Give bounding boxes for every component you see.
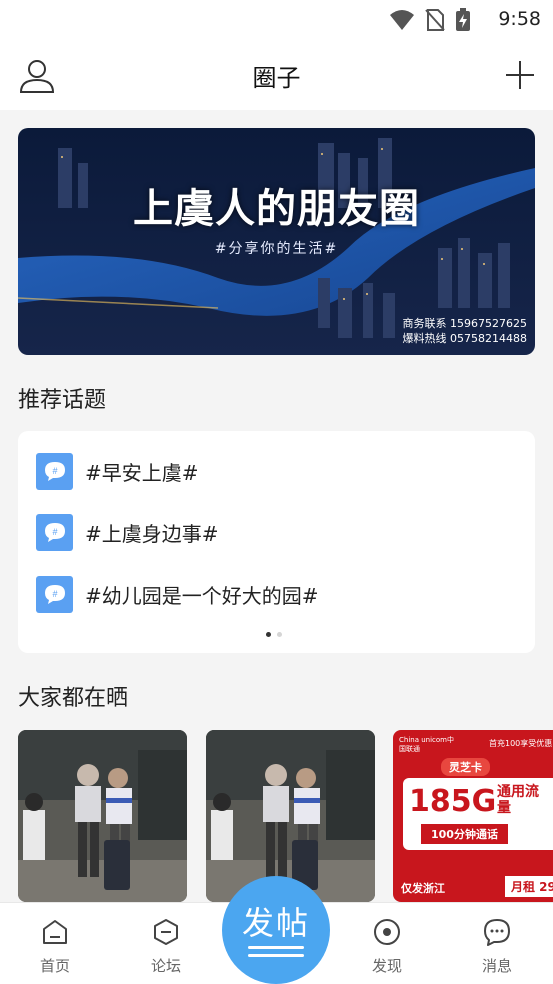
pager-dot [277,632,282,637]
banner-headline: 上虞人的朋友圈 [133,186,420,232]
banner-contact: 商务联系 15967527625 爆料热线 05758214488 [403,316,527,346]
banner-subtitle: #分享你的生活# [214,241,339,257]
banner-contact-business: 商务联系 15967527625 [402,317,527,330]
topics-card: # #早安上虞# # #上虞身边事# # #幼儿园是一个好大的园# [18,431,535,653]
status-bar: 9:58 [0,0,553,40]
tab-forum[interactable]: 论坛 [131,917,201,976]
svg-text:#: # [52,589,57,599]
showcase-photo[interactable] [18,730,187,902]
battery-charging-icon [456,8,470,31]
topic-label: #早安上虞# [85,460,199,485]
tab-home[interactable]: 首页 [20,917,90,976]
topics-pager-dots [266,632,282,637]
topic-label: #幼儿园是一个好大的园# [85,583,319,608]
message-icon [484,919,510,946]
post-button[interactable]: 发帖 [222,876,330,984]
people-photo-image [206,730,375,902]
app-bar: 圈子 [0,40,553,110]
banner-contact-hotline: 爆料热线 05758214488 [402,332,527,345]
tab-home-label: 首页 [39,957,70,975]
ad-promo: 首充100享受优惠 [489,739,553,748]
no-sim-icon [425,9,445,31]
ad-offer-panel: 185G 通用流量 100分钟通话 [403,778,553,850]
showcase-title: 大家都在晒 [18,686,129,711]
svg-text:#: # [52,466,57,476]
ad-region: 仅发浙江 [401,882,445,895]
topic-hashtag-icon: # [36,452,73,490]
ad-data-type: 通用流量 [497,784,539,816]
tab-discover-label: 发现 [371,957,402,975]
forum-icon [154,919,178,945]
ad-call-minutes: 100分钟通话 [421,824,508,844]
post-button-line [248,954,304,957]
tab-forum-label: 论坛 [150,957,181,975]
page-title: 圈子 [252,64,301,92]
topic-item[interactable]: # #幼儿园是一个好大的园# [36,574,319,614]
post-button-line [248,946,304,949]
discover-icon [374,919,400,945]
tab-discover[interactable]: 发现 [352,917,422,976]
tab-messages-label: 消息 [481,957,512,975]
topic-label: #上虞身边事# [85,521,219,546]
people-photo-image [18,730,187,902]
recommended-topics-title: 推荐话题 [18,388,107,413]
add-icon[interactable] [503,58,537,92]
ad-price: 月租 29 [505,876,553,897]
banner[interactable]: 上虞人的朋友圈 #分享你的生活# 商务联系 15967527625 爆料热线 0… [18,128,535,355]
topic-item[interactable]: # #上虞身边事# [36,512,219,552]
post-button-label: 发帖 [241,904,310,942]
status-icons [389,8,471,32]
topic-hashtag-icon: # [36,513,73,551]
ad-brand: China unicom中国联通 [399,736,454,753]
ad-card-name: 灵芝卡 [441,758,490,776]
tab-messages[interactable]: 消息 [462,917,532,976]
unicom-ad-card[interactable]: China unicom中国联通 首充100享受优惠 灵芝卡 185G 通用流量… [393,730,553,902]
status-time: 9:58 [498,8,541,30]
wifi-icon [390,10,414,30]
pager-dot-active [266,632,271,637]
ad-data-amount: 185G [409,784,497,819]
topic-item[interactable]: # #早安上虞# [36,451,199,491]
showcase-photo[interactable] [206,730,375,902]
topic-hashtag-icon: # [36,575,73,613]
home-icon [43,920,67,944]
svg-text:#: # [52,527,57,537]
